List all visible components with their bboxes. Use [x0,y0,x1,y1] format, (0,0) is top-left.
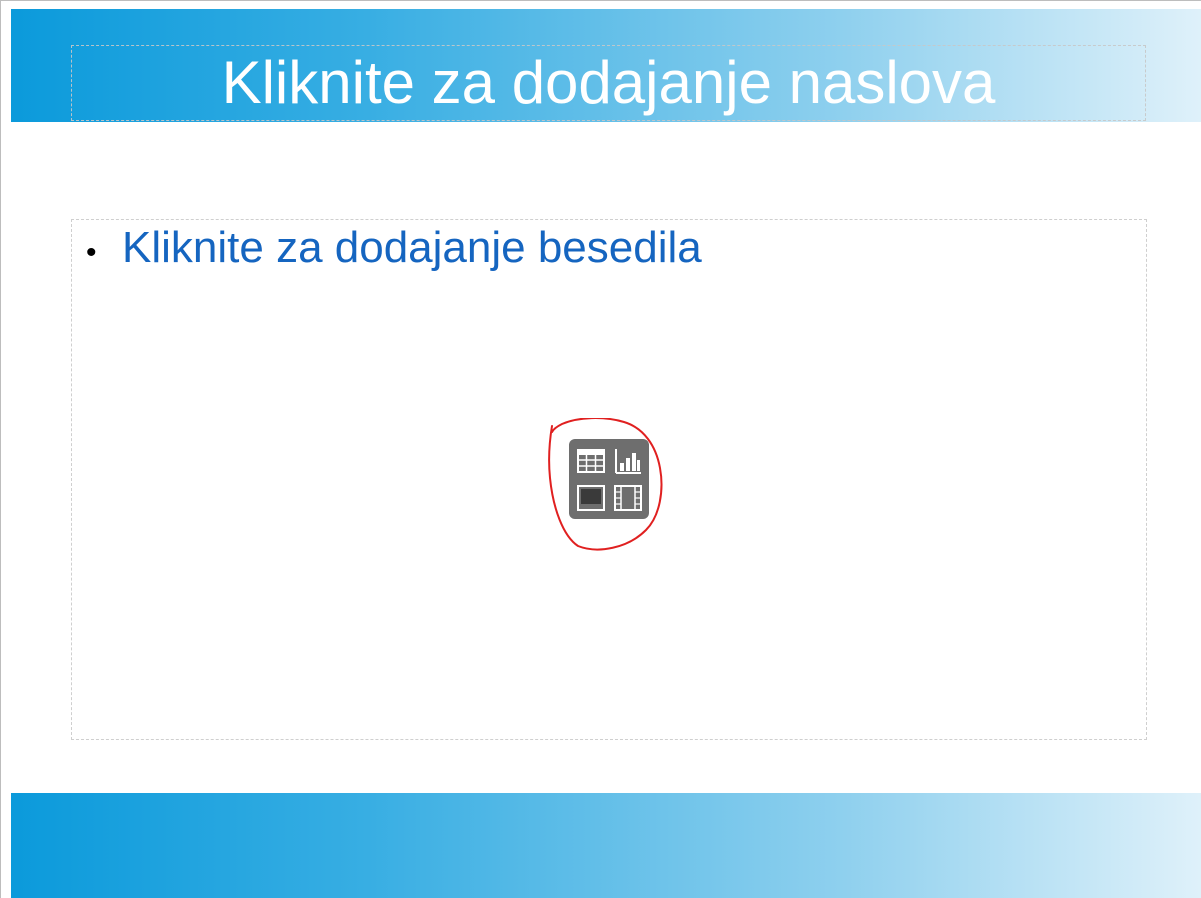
insert-chart-button[interactable] [610,443,645,478]
insert-table-button[interactable] [573,443,608,478]
content-placeholder[interactable]: • Kliknite za dodajanje besedila [71,219,1147,740]
insert-image-button[interactable] [573,480,608,515]
title-placeholder-text: Kliknite za dodajanje naslova [221,49,996,116]
chart-icon [614,448,641,474]
insert-video-button[interactable] [610,480,645,515]
insert-object-group [548,418,668,558]
content-placeholder-text: Kliknite za dodajanje besedila [122,223,702,272]
image-icon [576,484,605,511]
title-placeholder[interactable]: Kliknite za dodajanje naslova [71,45,1146,121]
table-icon [576,448,605,473]
bullet-item: • Kliknite za dodajanje besedila [86,222,702,274]
insert-object-panel [569,439,649,519]
video-icon [613,484,642,511]
bottom-gradient-band [11,793,1201,898]
slide-canvas: Kliknite za dodajanje naslova • Kliknite… [0,0,1201,898]
bullet-marker: • [86,236,97,269]
